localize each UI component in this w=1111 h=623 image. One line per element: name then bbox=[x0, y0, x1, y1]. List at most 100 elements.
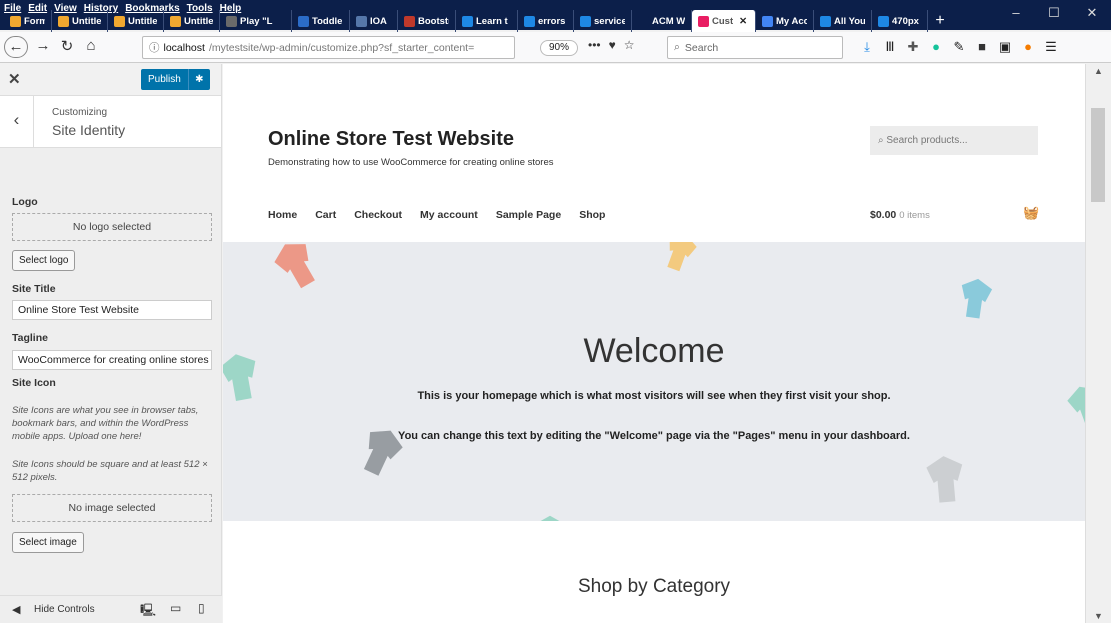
customizer-panel: ✕ Publish ✱ ‹ Customizing Site Identity … bbox=[0, 64, 222, 623]
logo-placeholder: No logo selected bbox=[12, 213, 212, 241]
pocket-icon[interactable]: ♥ bbox=[609, 38, 616, 52]
browser-tab[interactable]: Toddle bbox=[292, 10, 350, 32]
tab-strip: Forms Untitle Untitle Untitle Play "L Toddle I… bbox=[0, 10, 1111, 32]
site-title-input[interactable]: Online Store Test Website bbox=[12, 300, 212, 320]
shirt-illustration-gray bbox=[926, 456, 963, 503]
nav-checkout[interactable]: Checkout bbox=[354, 209, 402, 221]
browser-tab[interactable]: services bbox=[574, 10, 632, 32]
site-title-label: Site Title bbox=[12, 283, 56, 295]
tab-favicon-icon bbox=[58, 15, 69, 27]
select-image-button[interactable]: Select image bbox=[12, 532, 84, 553]
back-icon[interactable]: ← bbox=[4, 36, 28, 58]
desktop-preview-icon[interactable]: 🖳 bbox=[140, 601, 156, 622]
browser-tab[interactable]: All You bbox=[814, 10, 872, 32]
site-title[interactable]: Online Store Test Website bbox=[268, 128, 514, 151]
info-icon[interactable]: ⓘ bbox=[149, 40, 160, 55]
shopping-basket-icon[interactable]: 🧺 bbox=[1023, 205, 1039, 221]
nav-sample-page[interactable]: Sample Page bbox=[496, 209, 561, 221]
tagline-input[interactable]: WooCommerce for creating online stores bbox=[12, 350, 212, 370]
browser-tab[interactable]: 470px bbox=[872, 10, 928, 32]
site-icon-size-note: Site Icons should be square and at least… bbox=[12, 459, 208, 483]
browser-tab[interactable]: Forms bbox=[4, 10, 52, 32]
tab-label: My Acc bbox=[776, 15, 807, 27]
site-tagline: Demonstrating how to use WooCommerce for… bbox=[268, 157, 554, 168]
shirt-illustration-yellow bbox=[667, 234, 697, 272]
bookmark-star-icon[interactable]: ☆ bbox=[624, 38, 635, 52]
shirt-illustration-blue bbox=[961, 278, 993, 319]
shop-by-category-heading: Shop by Category bbox=[577, 576, 731, 597]
grammarly-icon[interactable]: ● bbox=[929, 39, 943, 55]
browser-tab[interactable]: errors - bbox=[518, 10, 574, 32]
cart-summary[interactable]: $0.00 0 items bbox=[870, 209, 930, 221]
customizer-footer: ◀ Hide Controls 🖳 ▭ ▯ bbox=[0, 595, 222, 623]
shirt-illustration-red bbox=[274, 244, 315, 289]
back-chevron-icon[interactable]: ‹ bbox=[0, 96, 34, 148]
pen-tool-icon[interactable]: ✎ bbox=[952, 39, 966, 55]
url-path: /mytestsite/wp-admin/customize.php?sf_st… bbox=[208, 41, 475, 54]
close-tab-icon[interactable]: ✕ bbox=[739, 16, 747, 27]
page-actions-icon[interactable]: ••• bbox=[588, 38, 601, 52]
tab-label: Untitle bbox=[72, 15, 101, 27]
tab-favicon-icon bbox=[356, 15, 367, 27]
browser-tab[interactable]: Bootstr bbox=[398, 10, 456, 32]
welcome-heading: Welcome bbox=[583, 332, 725, 370]
browser-tab[interactable]: Learn t bbox=[456, 10, 518, 32]
url-bar[interactable]: ⓘ localhost/mytestsite/wp-admin/customiz… bbox=[142, 36, 515, 59]
browser-tab[interactable]: Untitle bbox=[164, 10, 220, 32]
tab-favicon-icon bbox=[878, 15, 889, 27]
scroll-up-icon[interactable]: ▲ bbox=[1094, 66, 1103, 76]
mobile-preview-icon[interactable]: ▯ bbox=[198, 601, 205, 615]
extension-puzzle-icon[interactable]: ✚ bbox=[906, 39, 920, 55]
tagline-value: WooCommerce for creating online stores bbox=[18, 354, 209, 366]
publish-settings-gear-icon[interactable]: ✱ bbox=[187, 69, 210, 90]
browser-tab[interactable]: ACM Web bbox=[632, 10, 692, 32]
site-icon-placeholder: No image selected bbox=[12, 494, 212, 522]
publish-button[interactable]: Publish ✱ bbox=[141, 69, 210, 90]
scroll-down-icon[interactable]: ▼ bbox=[1094, 611, 1103, 621]
scrollbar-thumb[interactable] bbox=[1091, 108, 1105, 202]
browser-tab[interactable]: Play "L bbox=[220, 10, 292, 32]
reader-icon[interactable]: ▣ bbox=[998, 39, 1012, 55]
site-navigation: Home Cart Checkout My account Sample Pag… bbox=[268, 209, 605, 221]
extension-badge-icon[interactable]: ■ bbox=[975, 39, 989, 55]
site-preview: Online Store Test Website Demonstrating … bbox=[223, 64, 1085, 623]
browser-tab[interactable]: My Acc bbox=[756, 10, 814, 32]
tab-favicon-icon bbox=[462, 15, 473, 27]
browser-tab[interactable]: Untitle bbox=[52, 10, 108, 32]
tab-favicon-icon bbox=[114, 15, 125, 27]
home-icon[interactable]: ⌂ bbox=[80, 37, 102, 54]
product-search-input[interactable]: ⌕ Search products... bbox=[870, 126, 1038, 155]
download-icon[interactable]: ⤓ bbox=[860, 39, 874, 55]
browser-tab[interactable]: Cust ✕ bbox=[692, 10, 756, 32]
hide-controls-icon[interactable]: ◀ bbox=[12, 603, 20, 616]
zoom-level[interactable]: 90% bbox=[540, 40, 579, 56]
preview-scrollbar[interactable]: ▲ ▼ bbox=[1085, 64, 1111, 623]
nav-my-account[interactable]: My account bbox=[420, 209, 478, 221]
reload-icon[interactable]: ↻ bbox=[56, 37, 78, 55]
close-customizer-icon[interactable]: ✕ bbox=[8, 70, 21, 88]
nav-cart[interactable]: Cart bbox=[315, 209, 336, 221]
welcome-text-1: This is your homepage which is what most… bbox=[417, 390, 891, 402]
tab-favicon-icon bbox=[580, 15, 591, 27]
browser-tab[interactable]: IOA bbox=[350, 10, 398, 32]
section-title: Site Identity bbox=[52, 122, 126, 138]
section-header: ‹ Customizing Site Identity bbox=[0, 96, 221, 148]
select-logo-button[interactable]: Select logo bbox=[12, 250, 76, 271]
hide-controls-label[interactable]: Hide Controls bbox=[34, 604, 95, 615]
forward-icon[interactable]: → bbox=[32, 37, 54, 54]
tab-label: All You bbox=[834, 15, 865, 27]
browser-search-input[interactable]: ⌕ Search bbox=[667, 36, 843, 59]
tab-favicon-icon bbox=[762, 15, 773, 27]
browser-tab[interactable]: Untitle bbox=[108, 10, 164, 32]
nav-shop[interactable]: Shop bbox=[579, 209, 605, 221]
search-icon: ⌕ bbox=[674, 41, 680, 53]
url-host: localhost bbox=[163, 41, 205, 54]
overflow-menu-icon[interactable]: ☰ bbox=[1044, 39, 1058, 55]
welcome-text-2: You can change this text by editing the … bbox=[398, 430, 910, 442]
orange-addon-icon[interactable]: ● bbox=[1021, 39, 1035, 55]
tagline-label: Tagline bbox=[12, 332, 48, 344]
tablet-preview-icon[interactable]: ▭ bbox=[170, 601, 181, 615]
new-tab-icon[interactable]: + bbox=[928, 12, 952, 30]
library-icon[interactable]: Ⅲ bbox=[883, 39, 897, 55]
nav-home[interactable]: Home bbox=[268, 209, 297, 221]
